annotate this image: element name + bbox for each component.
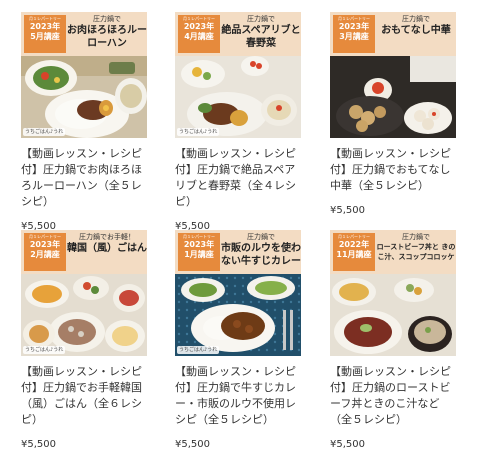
thumbnail-heading: 圧力鍋で おもてなし中華 xyxy=(376,14,456,37)
product-thumbnail-link[interactable]: 月１レパートリー 2023年 2月講座 圧力鍋でお手軽！ 韓国（風）ごはん うち… xyxy=(21,230,147,356)
product-card: 月１レパートリー 2022年 11月講座 圧力鍋で ローストビーフ丼と きのこ汁… xyxy=(330,230,456,452)
badge-tagline: 月１レパートリー xyxy=(29,16,61,21)
badge-tagline: 月１レパートリー xyxy=(29,234,61,239)
course-badge: 月１レパートリー 2023年 3月講座 xyxy=(333,15,375,53)
heading-title: 韓国（風）ごはん xyxy=(67,243,147,254)
brand-watermark: うちごはん♪うれ xyxy=(177,128,220,136)
course-badge: 月１レパートリー 2022年 11月講座 xyxy=(333,233,375,271)
brand-watermark: うちごはん♪うれ xyxy=(177,346,220,354)
badge-month: 2月講座 xyxy=(30,250,60,259)
product-title-link[interactable]: 【動画レッスン・レシピ付】圧力鍋でお肉ほろほろルーローハン（全５レシピ） xyxy=(21,146,147,210)
product-thumbnail-link[interactable]: 月１レパートリー 2023年 5月講座 圧力鍋で お肉ほろほろルーローハン うち… xyxy=(21,12,147,138)
course-badge: 月１レパートリー 2023年 4月講座 xyxy=(178,15,220,53)
product-thumbnail-link[interactable]: 月１レパートリー 2023年 1月講座 圧力鍋で 市販のルウを使わない牛すじカレ… xyxy=(175,230,301,356)
heading-title: 市販のルウを使わない牛すじカレー xyxy=(221,243,301,267)
food-photo xyxy=(175,274,301,356)
product-title-link[interactable]: 【動画レッスン・レシピ付】圧力鍋でおもてなし中華（全５レシピ） xyxy=(330,146,456,194)
product-title-link[interactable]: 【動画レッスン・レシピ付】圧力鍋で絶品スペアリブと春野菜（全４レシピ） xyxy=(175,146,301,210)
heading-kicker: 圧力鍋で xyxy=(247,15,275,23)
badge-year: 2023年 xyxy=(183,240,215,249)
product-card: 月１レパートリー 2023年 4月講座 圧力鍋で 絶品スペアリブと春野菜 うちご… xyxy=(175,12,301,234)
food-photo xyxy=(330,56,456,138)
badge-year: 2023年 xyxy=(338,22,370,31)
badge-month: 11月講座 xyxy=(336,250,372,259)
badge-tagline: 月１レパートリー xyxy=(338,234,370,239)
badge-tagline: 月１レパートリー xyxy=(183,234,215,239)
heading-kicker: 圧力鍋で xyxy=(93,15,121,23)
product-thumbnail-link[interactable]: 月１レパートリー 2022年 11月講座 圧力鍋で ローストビーフ丼と きのこ汁… xyxy=(330,230,456,356)
product-price: ¥5,500 xyxy=(330,439,365,450)
product-price: ¥5,500 xyxy=(175,439,210,450)
heading-kicker: 圧力鍋で xyxy=(402,233,430,241)
badge-month: 4月講座 xyxy=(184,32,214,41)
product-thumbnail-link[interactable]: 月１レパートリー 2023年 4月講座 圧力鍋で 絶品スペアリブと春野菜 うちご… xyxy=(175,12,301,138)
thumbnail-heading: 圧力鍋で お肉ほろほろルーローハン xyxy=(67,14,147,50)
product-thumbnail-link[interactable]: 月１レパートリー 2023年 3月講座 圧力鍋で おもてなし中華 xyxy=(330,12,456,138)
thumbnail-heading: 圧力鍋で 絶品スペアリブと春野菜 xyxy=(221,14,301,50)
heading-kicker: 圧力鍋でお手軽！ xyxy=(79,233,135,241)
course-badge: 月１レパートリー 2023年 1月講座 xyxy=(178,233,220,271)
badge-tagline: 月１レパートリー xyxy=(183,16,215,21)
food-photo xyxy=(21,274,147,356)
food-photo xyxy=(21,56,147,138)
product-card: 月１レパートリー 2023年 2月講座 圧力鍋でお手軽！ 韓国（風）ごはん うち… xyxy=(21,230,147,452)
product-grid: 月１レパートリー 2023年 5月講座 圧力鍋で お肉ほろほろルーローハン うち… xyxy=(0,0,480,450)
heading-kicker: 圧力鍋で xyxy=(402,15,430,23)
food-photo xyxy=(175,56,301,138)
course-badge: 月１レパートリー 2023年 5月講座 xyxy=(24,15,66,53)
heading-title: 絶品スペアリブと春野菜 xyxy=(221,25,301,49)
badge-year: 2023年 xyxy=(29,240,61,249)
product-card: 月１レパートリー 2023年 1月講座 圧力鍋で 市販のルウを使わない牛すじカレ… xyxy=(175,230,301,452)
badge-tagline: 月１レパートリー xyxy=(338,16,370,21)
product-price: ¥5,500 xyxy=(330,205,365,216)
brand-watermark: うちごはん♪うれ xyxy=(23,346,66,354)
heading-title: ローストビーフ丼と きのこ汁、スコップコロッケ xyxy=(376,243,456,261)
badge-year: 2022年 xyxy=(338,240,370,249)
product-title-link[interactable]: 【動画レッスン・レシピ付】圧力鍋のローストビーフ丼ときのこ汁など（全５レシピ） xyxy=(330,364,456,428)
product-title-link[interactable]: 【動画レッスン・レシピ付】圧力鍋で牛すじカレー・市販のルウ不使用レシピ（全５レシ… xyxy=(175,364,301,428)
thumbnail-heading: 圧力鍋で 市販のルウを使わない牛すじカレー xyxy=(221,232,301,268)
thumbnail-heading: 圧力鍋でお手軽！ 韓国（風）ごはん xyxy=(67,232,147,255)
badge-month: 1月講座 xyxy=(184,250,214,259)
product-card: 月１レパートリー 2023年 3月講座 圧力鍋で おもてなし中華 【動画レッスン… xyxy=(330,12,456,218)
badge-year: 2023年 xyxy=(183,22,215,31)
badge-year: 2023年 xyxy=(29,22,61,31)
product-title-link[interactable]: 【動画レッスン・レシピ付】圧力鍋でお手軽韓国（風）ごはん（全６レシピ） xyxy=(21,364,147,428)
product-card: 月１レパートリー 2023年 5月講座 圧力鍋で お肉ほろほろルーローハン うち… xyxy=(21,12,147,234)
heading-title: お肉ほろほろルーローハン xyxy=(67,25,147,49)
brand-watermark: うちごはん♪うれ xyxy=(23,128,66,136)
badge-month: 5月講座 xyxy=(30,32,60,41)
heading-kicker: 圧力鍋で xyxy=(247,233,275,241)
heading-title: おもてなし中華 xyxy=(381,25,451,36)
badge-month: 3月講座 xyxy=(339,32,369,41)
thumbnail-heading: 圧力鍋で ローストビーフ丼と きのこ汁、スコップコロッケ xyxy=(376,232,456,262)
course-badge: 月１レパートリー 2023年 2月講座 xyxy=(24,233,66,271)
food-photo xyxy=(330,274,456,356)
product-price: ¥5,500 xyxy=(21,439,56,450)
